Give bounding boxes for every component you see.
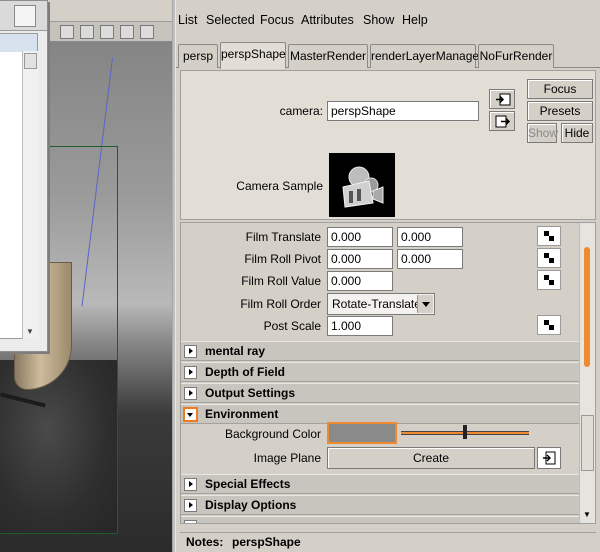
close-icon[interactable] <box>14 5 36 27</box>
floating-window-scrollbar[interactable]: ▼ <box>22 51 38 339</box>
section-partial[interactable] <box>181 516 579 523</box>
menu-focus[interactable]: Focus <box>260 10 294 30</box>
node-tabs: persp perspShape MasterRender renderLaye… <box>176 42 600 69</box>
floating-window-titlebar[interactable] <box>0 1 47 31</box>
hide-button[interactable]: Hide <box>561 123 593 143</box>
camera-label: camera: <box>279 104 323 118</box>
section-title: Special Effects <box>205 477 291 491</box>
checker-icon <box>544 253 554 263</box>
load-attributes-icon <box>496 93 511 106</box>
post-scale-label: Post Scale <box>263 319 321 333</box>
show-button[interactable]: Show <box>527 123 558 143</box>
viewport-panel[interactable]: ▼ <box>0 0 172 552</box>
section-special-effects[interactable]: Special Effects <box>181 474 579 494</box>
map-button[interactable] <box>537 248 561 268</box>
floating-window[interactable]: ▼ <box>0 0 48 352</box>
toolbar-icon[interactable] <box>120 25 134 39</box>
notes-value[interactable]: perspShape <box>232 533 301 551</box>
toolbar-icon[interactable] <box>100 25 114 39</box>
film-roll-order-value: Rotate-Translate <box>332 297 421 311</box>
section-title: Environment <box>205 407 279 421</box>
section-title: Display Options <box>205 498 297 512</box>
tab-masterrender[interactable]: MasterRender <box>288 44 368 68</box>
section-display-options[interactable]: Display Options <box>181 495 579 515</box>
menu-attributes[interactable]: Attributes <box>301 10 354 30</box>
expand-arrow-icon[interactable] <box>184 478 197 491</box>
attributes-scrollbar[interactable]: ▼ <box>579 223 595 523</box>
film-translate-x-field[interactable]: 0.000 <box>327 227 393 247</box>
menu-show[interactable]: Show <box>363 10 394 30</box>
tab-renderlayermanager[interactable]: renderLayerManager <box>370 44 483 68</box>
expand-arrow-icon[interactable] <box>184 520 197 523</box>
film-roll-value-label: Film Roll Value <box>241 274 321 288</box>
image-plane-link-button[interactable] <box>537 447 561 469</box>
background-color-swatch[interactable] <box>327 422 397 444</box>
background-color-label: Background Color <box>224 427 321 441</box>
attributes-scroll-area[interactable]: Film Translate 0.000 0.000 Film Roll Piv… <box>180 222 596 524</box>
tab-perspshape[interactable]: perspShape <box>220 42 286 69</box>
scrollbar-thumb[interactable] <box>581 415 594 471</box>
film-translate-y-field[interactable]: 0.000 <box>397 227 463 247</box>
camera-sample-swatch <box>329 153 395 217</box>
checker-icon <box>544 320 554 330</box>
menubar: List Selected Focus Attributes Show Help <box>176 10 600 30</box>
camera-icon <box>329 153 395 217</box>
map-button[interactable] <box>537 270 561 290</box>
map-button[interactable] <box>537 315 561 335</box>
map-button[interactable] <box>537 226 561 246</box>
section-title: mental ray <box>205 344 266 358</box>
section-output-settings[interactable]: Output Settings <box>181 383 579 403</box>
film-roll-pivot-x-field[interactable]: 0.000 <box>327 249 393 269</box>
copy-tab-button[interactable] <box>489 111 515 131</box>
menu-list[interactable]: List <box>178 10 197 30</box>
select-node-button[interactable] <box>489 89 515 109</box>
scroll-indicator[interactable] <box>584 247 590 367</box>
section-depth-of-field[interactable]: Depth of Field <box>181 362 579 382</box>
menu-help[interactable]: Help <box>402 10 428 30</box>
post-scale-field[interactable]: 1.000 <box>327 316 393 336</box>
camera-sample-label: Camera Sample <box>236 179 323 193</box>
scroll-down-icon[interactable]: ▼ <box>583 510 591 519</box>
notes-label: Notes: <box>186 535 224 549</box>
presets-button[interactable]: Presets <box>527 101 593 121</box>
scroll-down-icon[interactable]: ▼ <box>26 327 34 336</box>
camera-header-panel: camera: perspShape Focus Presets Show Hi… <box>180 70 596 220</box>
expand-arrow-icon[interactable] <box>184 345 197 358</box>
checker-icon <box>544 231 554 241</box>
section-title: Depth of Field <box>205 365 285 379</box>
film-roll-pivot-label: Film Roll Pivot <box>244 252 321 266</box>
film-roll-value-field[interactable]: 0.000 <box>327 271 393 291</box>
input-connection-icon <box>543 451 556 465</box>
copy-tab-icon <box>495 115 511 128</box>
image-plane-label: Image Plane <box>253 451 321 465</box>
scrollbar-thumb[interactable] <box>24 53 37 69</box>
tab-persp[interactable]: persp <box>178 44 218 68</box>
background-color-slider[interactable] <box>401 425 529 439</box>
film-translate-label: Film Translate <box>245 230 321 244</box>
expand-arrow-icon[interactable] <box>184 499 197 512</box>
section-title: Output Settings <box>205 386 295 400</box>
section-environment[interactable]: Environment <box>181 404 579 424</box>
film-roll-pivot-y-field[interactable]: 0.000 <box>397 249 463 269</box>
film-roll-order-dropdown[interactable]: Rotate-Translate <box>327 293 435 315</box>
toolbar-icon[interactable] <box>140 25 154 39</box>
menu-selected[interactable]: Selected <box>206 10 255 30</box>
list-item[interactable] <box>0 34 37 52</box>
toolbar-icon[interactable] <box>60 25 74 39</box>
attribute-editor: List Selected Focus Attributes Show Help… <box>176 0 600 552</box>
create-image-plane-button[interactable]: Create <box>327 447 535 469</box>
focus-button[interactable]: Focus <box>527 79 593 99</box>
camera-name-field[interactable]: perspShape <box>327 101 479 121</box>
collapse-arrow-icon[interactable] <box>184 408 197 421</box>
slider-handle[interactable] <box>463 425 467 439</box>
toolbar-icon[interactable] <box>80 25 94 39</box>
chevron-down-icon[interactable] <box>417 295 433 313</box>
expand-arrow-icon[interactable] <box>184 366 197 379</box>
section-mental-ray[interactable]: mental ray <box>181 341 579 361</box>
checker-icon <box>544 275 554 285</box>
tab-nofurrender[interactable]: NoFurRender <box>478 44 554 68</box>
film-roll-order-label: Film Roll Order <box>240 297 321 311</box>
expand-arrow-icon[interactable] <box>184 387 197 400</box>
notes-bar: Notes: perspShape <box>180 532 596 550</box>
